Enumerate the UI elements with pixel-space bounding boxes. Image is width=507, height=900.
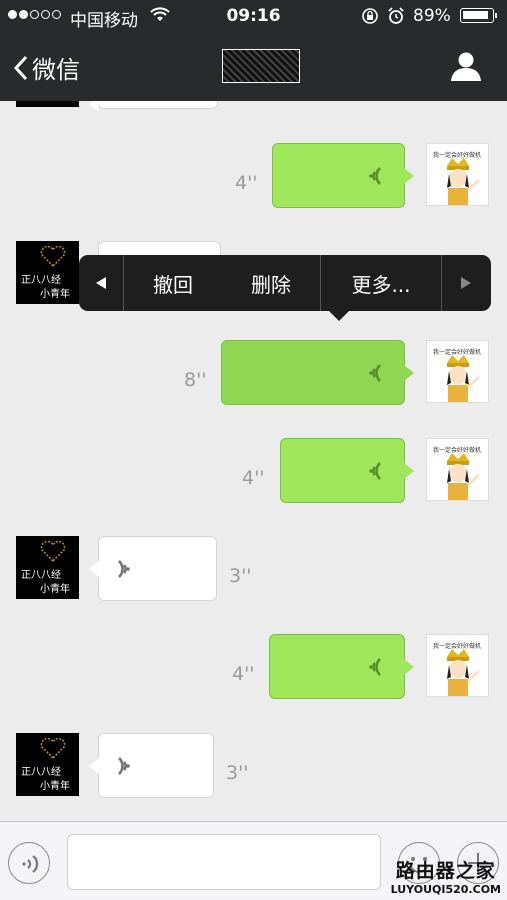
menu-item-delete[interactable]: 删除 bbox=[222, 255, 320, 311]
contact-avatar[interactable] bbox=[16, 101, 79, 107]
input-bar: 路由器之家 LUYOUQI520.COM bbox=[0, 821, 507, 900]
outgoing-voice-bubble[interactable] bbox=[272, 143, 414, 208]
person-icon bbox=[451, 52, 481, 81]
heart-icon bbox=[40, 246, 66, 268]
voice-wave-icon bbox=[118, 560, 130, 578]
outgoing-voice-bubble-selected[interactable] bbox=[221, 340, 414, 405]
nav-bar: 微信 bbox=[0, 32, 507, 101]
top-bar: 中国移动 09:16 89% 微信 bbox=[0, 0, 507, 101]
menu-prev-button[interactable] bbox=[79, 255, 123, 311]
voice-wave-icon bbox=[369, 167, 381, 185]
contact-avatar[interactable]: 正八八经 小青年 bbox=[16, 733, 79, 796]
voice-wave-icon bbox=[369, 364, 381, 382]
voice-duration: 4'' bbox=[242, 467, 265, 489]
voice-duration: 3'' bbox=[229, 565, 252, 587]
cartoon-avatar-icon bbox=[447, 158, 481, 205]
incoming-voice-bubble[interactable] bbox=[89, 101, 218, 112]
my-avatar[interactable]: 我一定会好好做机 bbox=[426, 438, 489, 501]
outgoing-voice-bubble[interactable] bbox=[269, 634, 414, 699]
voice-duration: 8'' bbox=[184, 369, 207, 391]
status-bar: 中国移动 09:16 89% bbox=[0, 0, 507, 32]
menu-item-recall[interactable]: 撤回 bbox=[124, 255, 222, 311]
voice-wave-icon bbox=[118, 757, 130, 775]
message-context-menu: 撤回 删除 更多... bbox=[79, 255, 491, 321]
alarm-icon bbox=[387, 7, 405, 29]
avatar-text-2: 小青年 bbox=[40, 584, 70, 595]
chevron-left-icon bbox=[14, 55, 28, 80]
cartoon-avatar-icon bbox=[447, 355, 481, 402]
voice-duration: 4'' bbox=[232, 663, 255, 685]
triangle-right-icon bbox=[460, 277, 471, 289]
voice-input-button[interactable] bbox=[8, 842, 50, 884]
menu-item-more[interactable]: 更多... bbox=[321, 255, 441, 311]
redacted-chat-title bbox=[222, 49, 300, 83]
battery-icon bbox=[460, 8, 497, 23]
my-avatar[interactable]: 我一定会好好做机 bbox=[426, 340, 489, 403]
back-button[interactable]: 微信 bbox=[14, 50, 80, 85]
avatar-text-2: 小青年 bbox=[40, 289, 70, 300]
cartoon-avatar-icon bbox=[447, 453, 481, 500]
message-text-input[interactable] bbox=[67, 834, 381, 890]
message-list[interactable]: 4'' 我一定会好好做机 正八八经 小青年 8'' 我一定会好好做机 4'' 我… bbox=[0, 101, 507, 821]
avatar-text-2: 小青年 bbox=[40, 781, 70, 792]
avatar-text-1: 正八八经 bbox=[21, 570, 61, 581]
battery-percentage: 89% bbox=[413, 6, 451, 26]
voice-wave-icon bbox=[369, 462, 381, 480]
my-avatar[interactable]: 我一定会好好做机 bbox=[426, 634, 489, 697]
contact-avatar[interactable]: 正八八经 小青年 bbox=[16, 241, 79, 304]
voice-duration: 4'' bbox=[235, 172, 258, 194]
contact-avatar[interactable]: 正八八经 小青年 bbox=[16, 536, 79, 599]
rotation-lock-icon bbox=[361, 7, 379, 29]
heart-icon bbox=[40, 541, 66, 563]
menu-next-button[interactable] bbox=[442, 255, 489, 311]
voice-wave-icon bbox=[369, 658, 381, 676]
my-avatar[interactable]: 我一定会好好做机 bbox=[426, 143, 489, 206]
triangle-left-icon bbox=[96, 277, 106, 289]
chat-info-button[interactable] bbox=[450, 51, 482, 85]
back-label: 微信 bbox=[32, 56, 80, 84]
site-watermark: 路由器之家 LUYOUQI520.COM bbox=[391, 856, 501, 896]
cartoon-avatar-icon bbox=[447, 649, 481, 696]
avatar-text-1: 正八八经 bbox=[21, 767, 61, 778]
voice-wave-icon bbox=[22, 855, 39, 873]
incoming-voice-bubble[interactable] bbox=[89, 733, 214, 798]
avatar-text-1: 正八八经 bbox=[21, 275, 61, 286]
watermark-title: 路由器之家 bbox=[395, 860, 496, 882]
heart-icon bbox=[40, 738, 66, 760]
outgoing-voice-bubble[interactable] bbox=[280, 438, 414, 503]
watermark-url: LUYOUQI520.COM bbox=[390, 883, 501, 896]
incoming-voice-bubble[interactable] bbox=[89, 536, 217, 601]
voice-duration: 3'' bbox=[226, 762, 249, 784]
